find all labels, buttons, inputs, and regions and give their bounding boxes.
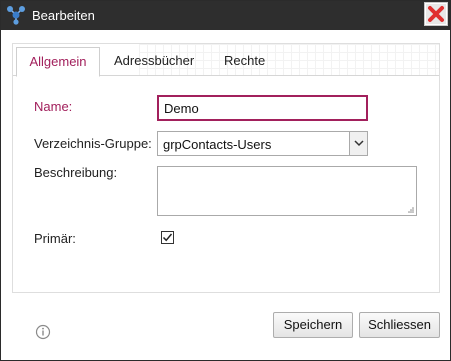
description-label: Beschreibung: (34, 165, 118, 180)
group-label: Verzeichnis-Gruppe: (34, 136, 152, 151)
tab-adressbuecher[interactable]: Adressbücher (114, 47, 194, 76)
close-button[interactable] (424, 2, 448, 26)
close-dialog-button[interactable]: Schliessen (359, 312, 440, 338)
name-label: Name: (34, 99, 73, 114)
group-select[interactable]: grpContacts-Users (157, 131, 368, 156)
name-input[interactable] (157, 95, 368, 121)
group-select-value: grpContacts-Users (163, 137, 272, 152)
dropdown-button[interactable] (349, 132, 367, 155)
checkmark-icon (162, 233, 173, 242)
dialog-title: Bearbeiten (32, 8, 95, 23)
chevron-down-icon (354, 140, 364, 147)
edit-dialog: Bearbeiten Allgemein Adressbücher Rechte… (0, 0, 451, 361)
save-button[interactable]: Speichern (273, 312, 353, 338)
resize-grip-icon[interactable] (406, 205, 414, 213)
description-textarea[interactable] (157, 166, 417, 216)
contacts-network-icon (7, 6, 25, 25)
title-bar[interactable]: Bearbeiten (1, 1, 450, 30)
info-icon[interactable] (35, 324, 51, 340)
tab-bar: Allgemein Adressbücher Rechte (13, 44, 439, 77)
tab-rechte[interactable]: Rechte (224, 47, 265, 76)
close-icon (426, 4, 446, 24)
primary-checkbox[interactable] (161, 231, 174, 244)
tab-allgemein[interactable]: Allgemein (16, 47, 100, 77)
primary-label: Primär: (34, 231, 76, 246)
